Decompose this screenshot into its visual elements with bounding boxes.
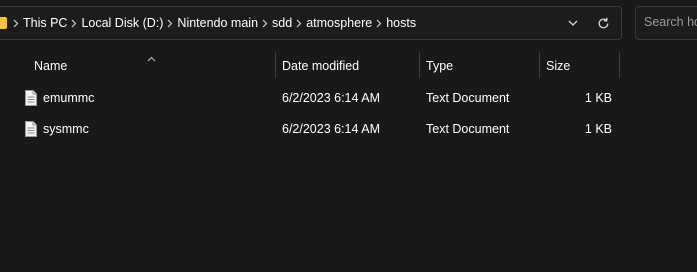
search-input[interactable] — [644, 15, 697, 29]
search-box[interactable] — [635, 6, 697, 40]
chevron-right-icon[interactable] — [9, 19, 23, 28]
text-file-icon — [24, 90, 38, 106]
sort-up-icon — [147, 51, 156, 65]
file-explorer-window: This PC Local Disk (D:) Nintendo main sd… — [0, 0, 697, 272]
file-type: Text Document — [426, 91, 510, 105]
column-header-name[interactable]: Name — [34, 50, 67, 82]
column-divider[interactable] — [275, 52, 276, 78]
folder-icon — [0, 17, 7, 29]
chevron-right-icon[interactable] — [372, 19, 386, 28]
file-type: Text Document — [426, 122, 510, 136]
file-size: 1 KB — [584, 122, 612, 136]
file-row[interactable]: emummc 6/2/2023 6:14 AM Text Document 1 … — [0, 83, 697, 113]
column-divider[interactable] — [419, 52, 420, 78]
text-file-icon — [24, 121, 38, 137]
file-date-modified: 6/2/2023 6:14 AM — [282, 91, 380, 105]
breadcrumb-nintendo-main[interactable]: Nintendo main — [177, 16, 258, 30]
file-size: 1 KB — [584, 91, 612, 105]
chevron-right-icon[interactable] — [292, 19, 306, 28]
column-divider[interactable] — [539, 52, 540, 78]
chevron-right-icon[interactable] — [67, 19, 81, 28]
breadcrumb-this-pc[interactable]: This PC — [23, 16, 67, 30]
address-bar[interactable]: This PC Local Disk (D:) Nintendo main sd… — [0, 6, 622, 40]
column-header-date-modified[interactable]: Date modified — [282, 50, 359, 82]
refresh-icon[interactable] — [595, 15, 611, 31]
chevron-right-icon[interactable] — [163, 19, 177, 28]
column-headers: Name Date modified Type Size — [0, 50, 697, 82]
column-header-type[interactable]: Type — [426, 50, 453, 82]
file-name[interactable]: sysmmc — [43, 114, 89, 144]
file-row[interactable]: sysmmc 6/2/2023 6:14 AM Text Document 1 … — [0, 114, 697, 144]
chevron-right-icon[interactable] — [258, 19, 272, 28]
file-name[interactable]: emummc — [43, 83, 94, 113]
file-date-modified: 6/2/2023 6:14 AM — [282, 122, 380, 136]
column-header-size[interactable]: Size — [546, 50, 570, 82]
column-divider[interactable] — [619, 52, 620, 78]
breadcrumb-atmosphere[interactable]: atmosphere — [306, 16, 372, 30]
breadcrumb-local-disk[interactable]: Local Disk (D:) — [81, 16, 163, 30]
breadcrumb-sdd[interactable]: sdd — [272, 16, 292, 30]
breadcrumb: This PC Local Disk (D:) Nintendo main sd… — [9, 7, 416, 39]
breadcrumb-hosts[interactable]: hosts — [386, 16, 416, 30]
chevron-down-icon[interactable] — [565, 16, 581, 30]
